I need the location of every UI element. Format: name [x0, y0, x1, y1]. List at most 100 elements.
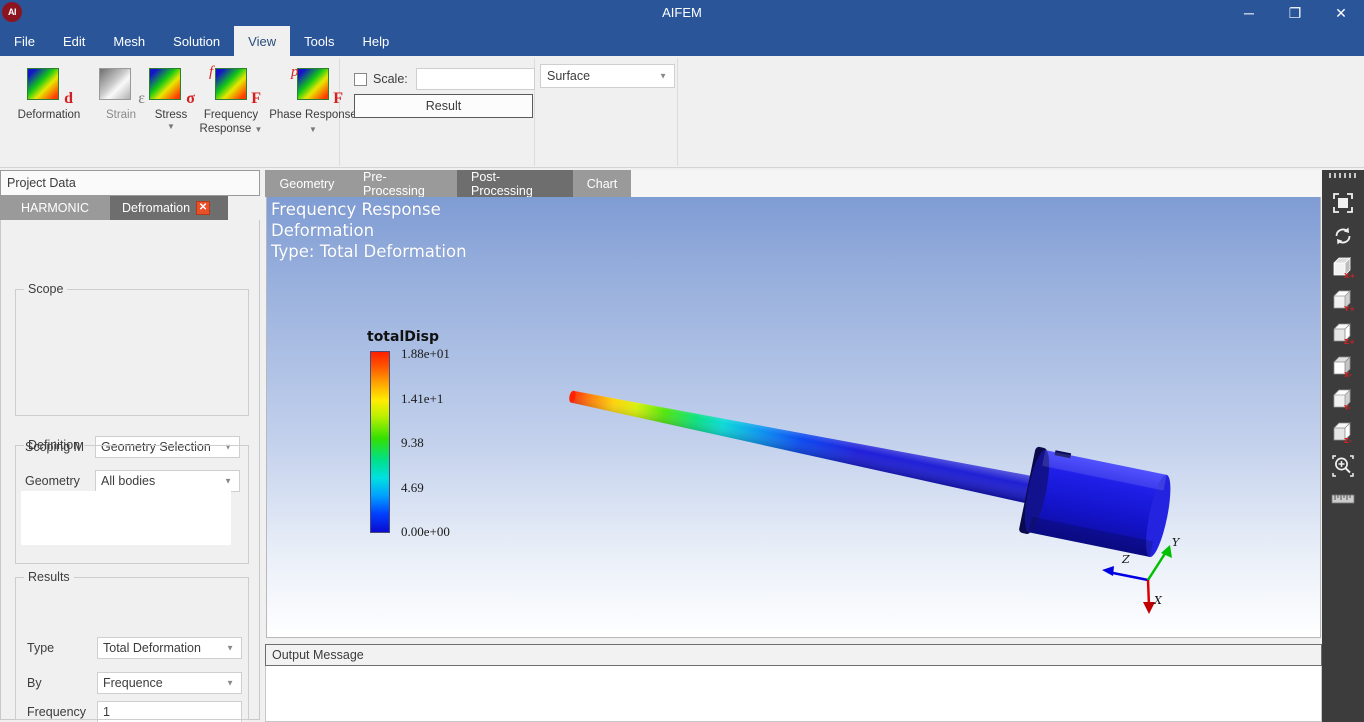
display-mode-value: Surface [547, 69, 591, 83]
project-panel-body: Scope Scoping M Geometry Selection ▼ Geo… [0, 220, 260, 722]
window-controls: ─ ❐ ✕ [1226, 0, 1364, 26]
results-group: Results [15, 570, 249, 720]
project-tab-strip: HARMONIC Defromation ✕ [0, 196, 260, 220]
svg-text:Y+: Y+ [1343, 305, 1355, 313]
menu-item-mesh[interactable]: Mesh [99, 26, 159, 56]
frequency-response-label: Frequency Response ▼ [185, 108, 277, 137]
ribbon-toolbar: d Deformation ε Strain σ Stress ▼ f F Fr… [0, 56, 1364, 168]
display-mode-chevron-down-icon: ▼ [659, 71, 667, 81]
viewport-tab-filler [631, 170, 1322, 197]
legend-label-1: 1.41e+1 [401, 391, 444, 406]
overlay-line-3: Type: Total Deformation [271, 242, 467, 261]
maximize-button[interactable]: ❐ [1272, 0, 1318, 26]
close-button[interactable]: ✕ [1318, 0, 1364, 26]
frequency-response-button[interactable]: f F Frequency Response ▼ [188, 64, 274, 137]
tab-geometry[interactable]: Geometry [265, 170, 349, 197]
scale-input[interactable] [415, 68, 535, 90]
output-message-header: Output Message [265, 644, 1322, 666]
phase-p-prefix-glyph: p [291, 64, 299, 80]
menu-item-view[interactable]: View [234, 26, 291, 56]
view-x-plus-button[interactable]: X+ [1327, 253, 1359, 283]
frequency-F-glyph: F [251, 90, 261, 107]
tab-post-processing[interactable]: Post-Processing [457, 170, 573, 198]
frequency-response-chevron-down-icon[interactable]: ▼ [255, 125, 263, 134]
view-z-minus-icon: Z- [1333, 422, 1352, 445]
tab-harmonic[interactable]: HARMONIC [0, 196, 110, 220]
scale-checkbox[interactable] [354, 72, 367, 86]
close-icon: ✕ [1335, 5, 1347, 21]
result-button[interactable]: Result [354, 94, 533, 118]
fit-to-screen-button[interactable] [1327, 188, 1359, 218]
legend-colorbar [370, 351, 390, 533]
phase-response-icon: p F [283, 64, 343, 108]
3d-viewport[interactable]: Frequency Response Deformation Type: Tot… [266, 197, 1321, 638]
view-z-plus-button[interactable]: Z+ [1327, 319, 1359, 349]
application-window: AI AIFEM ─ ❐ ✕ File Edit Mesh Solution V… [0, 0, 1364, 722]
definition-group: Definition [15, 438, 249, 564]
tab-geometry-label: Geometry [279, 176, 335, 191]
menu-item-edit[interactable]: Edit [49, 26, 99, 56]
view-y-minus-button[interactable]: Y- [1327, 385, 1359, 415]
menu-item-help[interactable]: Help [348, 26, 403, 56]
view-y-plus-icon: Y+ [1333, 290, 1355, 313]
scope-legend: Scope [28, 282, 64, 296]
tab-defromation-close-icon[interactable]: ✕ [196, 201, 211, 215]
frequency-f-prefix-glyph: f [209, 64, 214, 80]
tab-chart[interactable]: Chart [573, 170, 631, 197]
rotate-view-icon [1335, 227, 1351, 245]
overlay-line-2: Deformation [271, 221, 375, 240]
zoom-in-button[interactable] [1327, 451, 1359, 481]
triad-y-label: Y [1172, 536, 1181, 549]
view-y-minus-icon: Y- [1333, 389, 1351, 412]
deformation-d-glyph: d [64, 90, 73, 107]
measure-button[interactable] [1327, 484, 1359, 514]
tab-chart-label: Chart [586, 176, 618, 191]
toolbar-drag-handle[interactable] [1329, 173, 1357, 178]
tab-pre-processing-label: Pre-Processing [363, 169, 425, 198]
scale-label: Scale: [373, 72, 408, 86]
axis-triad: Z Y X [1102, 536, 1181, 614]
menu-item-tools[interactable]: Tools [290, 26, 348, 56]
stress-chevron-down-icon[interactable]: ▼ [167, 122, 175, 132]
project-data-header: Project Data [0, 170, 260, 196]
maximize-icon: ❐ [1288, 5, 1302, 21]
legend-label-2: 9.38 [401, 435, 424, 450]
menu-item-file[interactable]: File [0, 26, 49, 56]
view-toolbar: X+ Y+ Z+ X- Y- Z- [1322, 170, 1364, 722]
view-x-minus-icon: X- [1333, 356, 1352, 379]
view-x-minus-button[interactable]: X- [1327, 352, 1359, 382]
title-bar: AI AIFEM ─ ❐ ✕ [0, 0, 1364, 26]
menu-item-solution[interactable]: Solution [159, 26, 234, 56]
frequency-response-label-text: Frequency Response [199, 109, 259, 135]
main-viewport-area: Geometry Pre-Processing Post-Processing … [265, 170, 1322, 722]
tab-defromation-label: Defromation [122, 201, 191, 215]
svg-text:X-: X- [1344, 371, 1352, 379]
results-legend: Results [28, 570, 70, 584]
svg-text:Z+: Z+ [1344, 338, 1355, 346]
view-z-minus-button[interactable]: Z- [1327, 418, 1359, 448]
overlay-line-1: Frequency Response [271, 200, 441, 219]
svg-text:Y-: Y- [1343, 404, 1351, 412]
view-y-plus-button[interactable]: Y+ [1327, 286, 1359, 316]
legend-label-3: 4.69 [401, 480, 424, 495]
viewport-overlay-title: Frequency Response Deformation Type: Tot… [271, 199, 467, 262]
phase-response-chevron-down-icon[interactable]: ▼ [309, 125, 317, 134]
ribbon-group-display-mode: Surface ▼ [536, 58, 678, 166]
tab-pre-processing[interactable]: Pre-Processing [349, 169, 457, 198]
frequency-response-icon: f F [201, 64, 261, 108]
display-mode-select[interactable]: Surface ▼ [540, 64, 675, 88]
minimize-button[interactable]: ─ [1226, 0, 1272, 26]
rotate-view-button[interactable] [1327, 221, 1359, 251]
project-data-panel: Project Data HARMONIC Defromation ✕ Scop… [0, 170, 262, 722]
triad-z-label: Z [1121, 553, 1130, 566]
tab-harmonic-label: HARMONIC [20, 201, 90, 215]
tab-defromation[interactable]: Defromation ✕ [110, 196, 228, 220]
legend-label-4: 0.00e+00 [401, 524, 450, 539]
ribbon-group-scale: Scale: Result [340, 58, 535, 166]
measure-ruler-icon [1331, 494, 1355, 504]
deformation-icon: d [19, 64, 79, 108]
window-title: AIFEM [662, 5, 702, 20]
output-message-body[interactable] [265, 666, 1322, 722]
svg-text:Z-: Z- [1344, 437, 1352, 445]
legend-label-0: 1.88e+01 [401, 346, 450, 361]
